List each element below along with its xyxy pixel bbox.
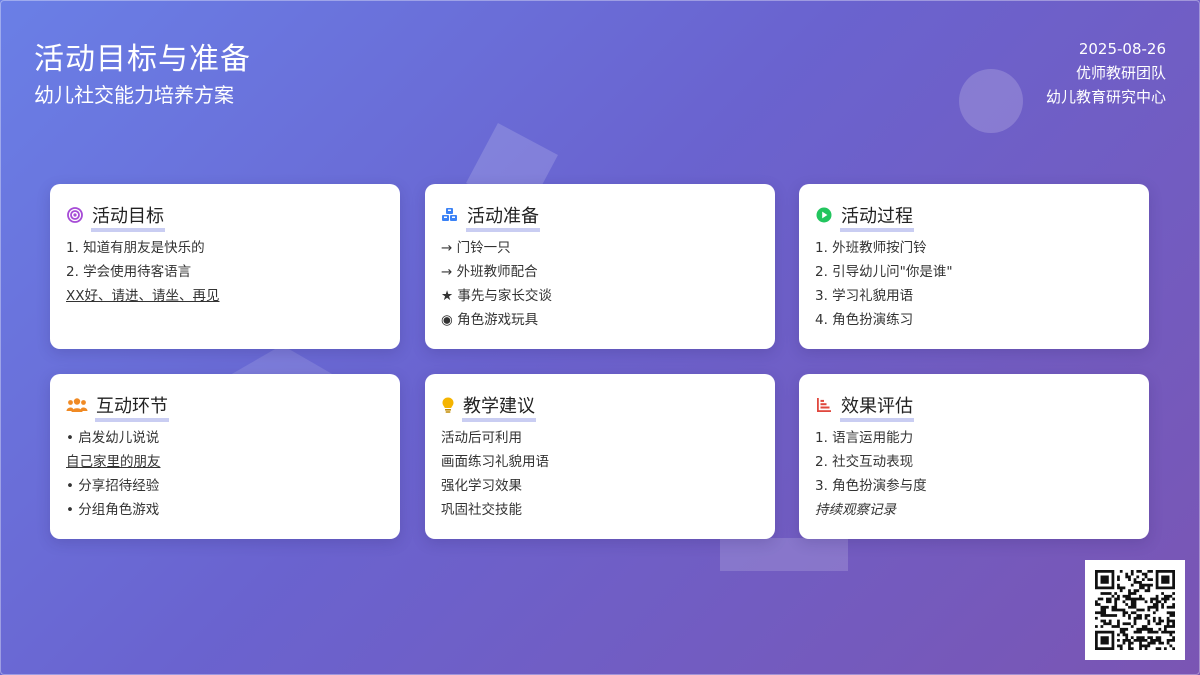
qr-code[interactable] (1085, 560, 1185, 660)
list-item-highlighted: 画面练习礼貌用语 (441, 454, 549, 470)
decorative-triangle (230, 345, 334, 375)
center-label: 幼儿教育研究中心 (1045, 88, 1166, 106)
list-item-highlighted: 3. 学习礼貌用语 (815, 288, 914, 304)
polite-phrases-link[interactable]: XX好、请进、请坐、再见 (66, 284, 384, 308)
card-activity-goals: 活动目标 1. 知道有朋友是快乐的 2. 学会使用待客语言 XX好、请进、请坐、… (50, 184, 400, 349)
list-item: • 启发幼儿说说 (66, 430, 160, 446)
card-teaching-tips: 教学建议 活动后可利用 画面练习礼貌用语 强化学习效果 巩固社交技能 (425, 374, 775, 539)
card-title: 效果评估 (840, 392, 914, 422)
team-label: 优师教研团队 (1075, 64, 1166, 82)
card-activity-prep: 活动准备 → 门铃一只 → 外班教师配合 ★ 事先与家长交谈 ◉ 角色游戏玩具 (425, 184, 775, 349)
list-item: • 分组角色游戏 (66, 502, 160, 518)
list-item: 4. 角色扮演练习 (815, 312, 914, 328)
list-item: ◉ 角色游戏玩具 (441, 312, 539, 328)
card-title: 活动过程 (840, 202, 914, 232)
page-title: 活动目标与准备 (34, 42, 251, 77)
meta-info: 2025-08-26 优师教研团队 幼儿教育研究中心 (1046, 37, 1166, 109)
home-friends-link[interactable]: 自己家里的朋友 (66, 450, 384, 474)
users-icon (66, 396, 88, 414)
card-activity-process: 活动过程 1. 外班教师按门铃 2. 引导幼儿问"你是谁" 3. 学习礼貌用语 … (799, 184, 1149, 349)
qr-code-image (1095, 570, 1175, 650)
list-item: → 外班教师配合 (441, 264, 538, 280)
list-item-note: 持续观察记录 (815, 502, 896, 518)
cubes-icon (441, 206, 459, 224)
list-item: • 分享招待经验 (66, 478, 160, 494)
decorative-circle (959, 69, 1023, 133)
qr-modules (1095, 570, 1175, 650)
decorative-rectangle (720, 538, 848, 571)
card-title: 活动准备 (466, 202, 540, 232)
list-item: 2. 社交互动表现 (815, 454, 914, 470)
list-item: 强化学习效果 (441, 478, 522, 494)
card-interaction: 互动环节 • 启发幼儿说说 自己家里的朋友 • 分享招待经验 • 分组角色游戏 (50, 374, 400, 539)
card-evaluation: 效果评估 1. 语言运用能力 2. 社交互动表现 3. 角色扮演参与度 持续观察… (799, 374, 1149, 539)
lightbulb-icon (441, 396, 455, 414)
list-item: 1. 语言运用能力 (815, 430, 914, 446)
list-item: → 门铃一只 (441, 240, 511, 256)
date-label: 2025-08-26 (1078, 40, 1166, 58)
card-title: 活动目标 (91, 202, 165, 232)
list-item: 3. 角色扮演参与度 (815, 478, 927, 494)
list-item: 巩固社交技能 (441, 502, 522, 518)
bar-chart-icon (815, 396, 833, 414)
list-item: 2. 引导幼儿问"你是谁" (815, 264, 953, 280)
target-icon (66, 206, 84, 224)
list-item: 2. 学会使用待客语言 (66, 264, 192, 280)
card-title: 教学建议 (462, 392, 536, 422)
list-item: ★ 事先与家长交谈 (441, 288, 552, 304)
page-subtitle: 幼儿社交能力培养方案 (34, 83, 234, 107)
play-circle-icon (815, 206, 833, 224)
list-item: 1. 知道有朋友是快乐的 (66, 240, 205, 256)
card-title: 互动环节 (95, 392, 169, 422)
list-item: 1. 外班教师按门铃 (815, 240, 927, 256)
list-item: 活动后可利用 (441, 430, 522, 446)
